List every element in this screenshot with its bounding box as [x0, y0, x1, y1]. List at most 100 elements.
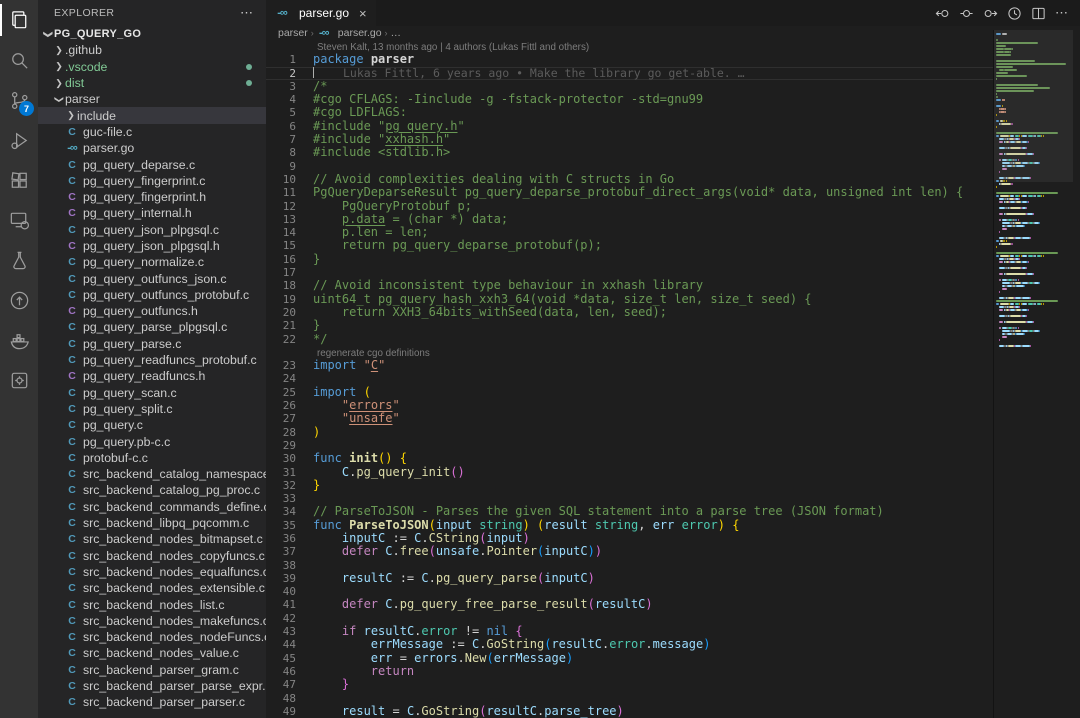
tree-file-pg-query-parse-c[interactable]: Cpg_query_parse.c — [38, 336, 266, 352]
line-number[interactable]: 18 — [266, 279, 296, 292]
line-number[interactable]: 22 — [266, 333, 296, 346]
line-number[interactable]: 24 — [266, 372, 296, 385]
code-line-49[interactable]: 49 result = C.GoString(resultC.parse_tre… — [266, 705, 993, 718]
code-line-22[interactable]: 22*/ — [266, 333, 993, 346]
breadcrumb-folder[interactable]: parser — [278, 27, 308, 39]
tree-file-src-backend-nodes-bitmapset-c[interactable]: Csrc_backend_nodes_bitmapset.c — [38, 531, 266, 547]
tree-file-pg-query-readfuncs-protobuf-c[interactable]: Cpg_query_readfuncs_protobuf.c — [38, 352, 266, 368]
line-number[interactable]: 19 — [266, 293, 296, 306]
tree-file-pg-query-readfuncs-h[interactable]: Cpg_query_readfuncs.h — [38, 368, 266, 384]
code-line-46[interactable]: 46 return — [266, 665, 993, 678]
code-line-8[interactable]: 8#include <stdlib.h> — [266, 146, 993, 159]
line-number[interactable]: 6 — [266, 120, 296, 133]
breadcrumb-symbol[interactable]: … — [391, 27, 402, 39]
code-line-3[interactable]: 3/* — [266, 80, 993, 93]
code-line-12[interactable]: 12 PgQueryProtobuf p; — [266, 200, 993, 213]
line-number[interactable]: 12 — [266, 200, 296, 213]
minimap[interactable] — [993, 30, 1073, 718]
code-line-18[interactable]: 18// Avoid inconsistent type behaviour i… — [266, 279, 993, 292]
tree-file-src-backend-catalog-pg-proc-c[interactable]: Csrc_backend_catalog_pg_proc.c — [38, 482, 266, 498]
tree-file-pg-query-outfuncs-json-c[interactable]: Cpg_query_outfuncs_json.c — [38, 270, 266, 286]
tree-file-pg-query-split-c[interactable]: Cpg_query_split.c — [38, 401, 266, 417]
tree-file-src-backend-nodes-value-c[interactable]: Csrc_backend_nodes_value.c — [38, 645, 266, 661]
line-number[interactable]: 16 — [266, 253, 296, 266]
line-number[interactable]: 11 — [266, 186, 296, 199]
tree-file-pg-query-pb-c-c[interactable]: Cpg_query.pb-c.c — [38, 433, 266, 449]
code-line-25[interactable]: 25import ( — [266, 386, 993, 399]
line-number[interactable]: 39 — [266, 572, 296, 585]
line-number[interactable]: 30 — [266, 452, 296, 465]
line-number[interactable]: 44 — [266, 638, 296, 651]
tree-file-pg-query-outfuncs-h[interactable]: Cpg_query_outfuncs.h — [38, 303, 266, 319]
code-line-13[interactable]: 13 p.data = (char *) data; — [266, 213, 993, 226]
tree-file-pg-query-fingerprint-c[interactable]: Cpg_query_fingerprint.c — [38, 173, 266, 189]
line-number[interactable]: 23 — [266, 359, 296, 372]
tree-file-src-backend-nodes-makefuncs-c[interactable]: Csrc_backend_nodes_makefuncs.c — [38, 613, 266, 629]
line-number[interactable]: 42 — [266, 612, 296, 625]
activity-run-debug-icon[interactable] — [0, 120, 38, 160]
compare-prev-icon[interactable] — [932, 3, 952, 23]
code-line-16[interactable]: 16} — [266, 253, 993, 266]
compare-next-icon[interactable] — [980, 3, 1000, 23]
tree-file-pg-query-fingerprint-h[interactable]: Cpg_query_fingerprint.h — [38, 189, 266, 205]
code-line-41[interactable]: 41 defer C.pg_query_free_parse_result(re… — [266, 598, 993, 611]
line-number[interactable]: 31 — [266, 466, 296, 479]
line-number[interactable]: 5 — [266, 106, 296, 119]
line-number[interactable]: 36 — [266, 532, 296, 545]
code-line-35[interactable]: 35func ParseToJSON(input string) (result… — [266, 519, 993, 532]
line-number[interactable]: 13 — [266, 213, 296, 226]
line-number[interactable]: 27 — [266, 412, 296, 425]
tree-file-pg-query-json-plpgsql-c[interactable]: Cpg_query_json_plpgsql.c — [38, 222, 266, 238]
code-line-11[interactable]: 11PgQueryDeparseResult pg_query_deparse_… — [266, 186, 993, 199]
more-actions-icon[interactable]: ⋯ — [1052, 3, 1072, 23]
code-line-37[interactable]: 37 defer C.free(unsafe.Pointer(inputC)) — [266, 545, 993, 558]
code-line-23[interactable]: 23import "C" — [266, 359, 993, 372]
split-editor-icon[interactable] — [1028, 3, 1048, 23]
tree-file-src-backend-libpq-pqcomm-c[interactable]: Csrc_backend_libpq_pqcomm.c — [38, 515, 266, 531]
activity-remote-explorer-icon[interactable] — [0, 200, 38, 240]
tree-file-src-backend-nodes-equalfuncs-c[interactable]: Csrc_backend_nodes_equalfuncs.c — [38, 564, 266, 580]
code-line-17[interactable]: 17 — [266, 266, 993, 279]
activity-testing-icon[interactable] — [0, 240, 38, 280]
activity-extensions-icon[interactable] — [0, 160, 38, 200]
breadcrumb-file[interactable]: -∞ parser.go — [317, 27, 382, 39]
code-line-27[interactable]: 27 "unsafe" — [266, 412, 993, 425]
code-line-26[interactable]: 26 "errors" — [266, 399, 993, 412]
line-number[interactable]: 45 — [266, 652, 296, 665]
code-line-43[interactable]: 43 if resultC.error != nil { — [266, 625, 993, 638]
line-number[interactable]: 38 — [266, 559, 296, 572]
code-line-5[interactable]: 5#cgo LDFLAGS: — [266, 106, 993, 119]
line-number[interactable]: 2 — [266, 67, 296, 80]
line-number[interactable]: 32 — [266, 479, 296, 492]
code-line-21[interactable]: 21} — [266, 319, 993, 332]
tree-file-protobuf-c-c[interactable]: Cprotobuf-c.c — [38, 450, 266, 466]
line-number[interactable]: 40 — [266, 585, 296, 598]
code-line-45[interactable]: 45 err = errors.New(errMessage) — [266, 652, 993, 665]
tree-file-src-backend-nodes-extensible-c[interactable]: Csrc_backend_nodes_extensible.c — [38, 580, 266, 596]
line-number[interactable]: 46 — [266, 665, 296, 678]
line-number[interactable]: 9 — [266, 160, 296, 173]
code-line-7[interactable]: 7#include "xxhash.h" — [266, 133, 993, 146]
tree-file-parser-go[interactable]: -∞parser.go — [38, 140, 266, 156]
code-line-33[interactable]: 33 — [266, 492, 993, 505]
code-line-10[interactable]: 10// Avoid complexities dealing with C s… — [266, 173, 993, 186]
line-number[interactable]: 47 — [266, 678, 296, 691]
line-number[interactable]: 48 — [266, 692, 296, 705]
tree-file-pg-query-scan-c[interactable]: Cpg_query_scan.c — [38, 385, 266, 401]
code-line-28[interactable]: 28) — [266, 426, 993, 439]
tree-file-src-backend-parser-parse-expr-c[interactable]: Csrc_backend_parser_parse_expr.c — [38, 678, 266, 694]
line-number[interactable]: 28 — [266, 426, 296, 439]
line-number[interactable]: 8 — [266, 146, 296, 159]
code-line-14[interactable]: 14 p.len = len; — [266, 226, 993, 239]
line-number[interactable]: 35 — [266, 519, 296, 532]
tree-folder-dist[interactable]: ❯dist — [38, 75, 266, 91]
line-number[interactable]: 41 — [266, 598, 296, 611]
tree-file-guc-file-c[interactable]: Cguc-file.c — [38, 124, 266, 140]
code-line-42[interactable]: 42 — [266, 612, 993, 625]
tree-file-src-backend-nodes-copyfuncs-c[interactable]: Csrc_backend_nodes_copyfuncs.c — [38, 548, 266, 564]
code-line-6[interactable]: 6#include "pg_query.h" — [266, 120, 993, 133]
line-number[interactable]: 26 — [266, 399, 296, 412]
line-number[interactable]: 15 — [266, 239, 296, 252]
line-number[interactable]: 20 — [266, 306, 296, 319]
tree-file-pg-query-deparse-c[interactable]: Cpg_query_deparse.c — [38, 156, 266, 172]
